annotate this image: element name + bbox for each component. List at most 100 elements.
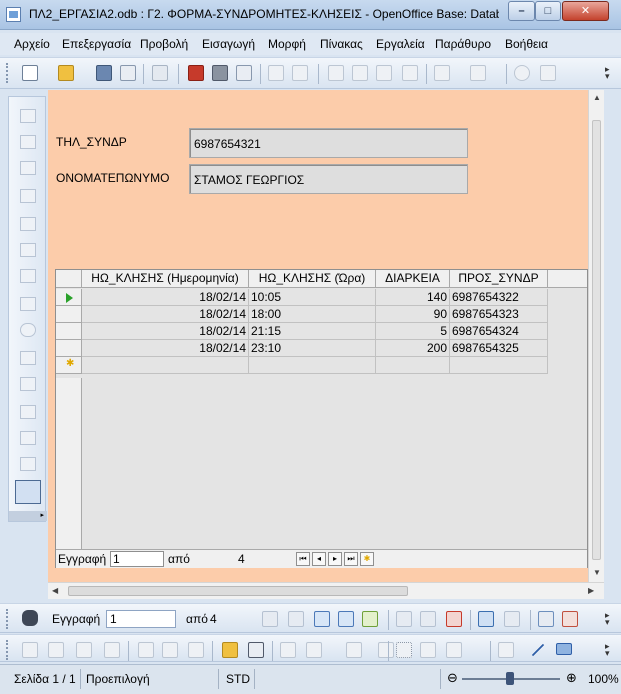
table-cell[interactable] [249, 357, 376, 374]
chevron-down-icon[interactable]: ▸ ▾ [605, 611, 615, 627]
copy-icon[interactable] [352, 65, 368, 81]
first-record-icon[interactable]: ⏮ [296, 552, 310, 566]
control-properties-icon[interactable] [76, 642, 92, 658]
selection-mode[interactable]: STD [226, 672, 250, 686]
zoom-level[interactable]: 100% [588, 672, 619, 686]
row-header[interactable] [56, 289, 82, 306]
scrollbar-thumb[interactable] [68, 586, 408, 596]
list-box-control-icon[interactable] [20, 351, 36, 365]
last-record-icon[interactable]: ⏭ [344, 552, 358, 566]
menu-file[interactable]: Αρχείο [14, 37, 50, 51]
refresh-control-icon[interactable] [504, 611, 520, 627]
table-cell[interactable]: 18/02/14 [82, 306, 249, 323]
menu-tools[interactable]: Εργαλεία [376, 37, 425, 51]
menu-edit[interactable]: Επεξεργασία [62, 37, 131, 51]
row-header[interactable] [56, 340, 82, 357]
table-cell[interactable]: 23:10 [249, 340, 376, 357]
checkbox-control-icon[interactable] [20, 217, 36, 231]
edit-file-icon[interactable] [152, 65, 168, 81]
helplines-icon[interactable] [420, 642, 436, 658]
menu-insert[interactable]: Εισαγωγή [202, 37, 255, 51]
new-record-icon[interactable]: ✱ [360, 552, 374, 566]
refresh-icon[interactable] [478, 611, 494, 627]
table-cell[interactable]: 10:05 [249, 289, 376, 306]
zoom-in-icon[interactable]: ⊕ [566, 670, 577, 686]
previous-record-icon[interactable]: ◂ [312, 552, 326, 566]
label-control-icon[interactable] [20, 243, 36, 257]
scroll-down-icon[interactable]: ▼ [593, 568, 601, 577]
display-grid-icon[interactable] [396, 642, 412, 658]
undo-record-icon[interactable] [420, 611, 436, 627]
table-cell[interactable]: 21:15 [249, 323, 376, 340]
menu-help[interactable]: Βοήθεια [505, 37, 548, 51]
page-style[interactable]: Προεπιλογή [86, 672, 150, 686]
image-control-icon[interactable] [20, 457, 36, 471]
menu-format[interactable]: Μορφή [268, 37, 306, 51]
wizards-toggle-icon[interactable] [15, 480, 41, 504]
scroll-right-icon[interactable]: ▶ [588, 586, 594, 595]
phone-field[interactable]: 6987654321 [189, 128, 468, 158]
select-pointer-icon[interactable] [20, 109, 36, 123]
table-icon[interactable] [540, 65, 556, 81]
table-cell[interactable]: 18:00 [249, 306, 376, 323]
last-record-icon[interactable] [338, 611, 354, 627]
first-record-icon[interactable] [262, 611, 278, 627]
next-record-icon[interactable]: ▸ [328, 552, 342, 566]
group-box-control-icon[interactable] [20, 431, 36, 445]
maximize-button[interactable]: □ [535, 1, 561, 21]
email-icon[interactable] [120, 65, 136, 81]
table-cell[interactable] [82, 357, 249, 374]
row-header[interactable] [56, 306, 82, 323]
menu-view[interactable]: Προβολή [140, 37, 188, 51]
redo-icon[interactable] [470, 65, 486, 81]
tab-order-icon[interactable] [138, 642, 154, 658]
format-paintbrush-icon[interactable] [402, 65, 418, 81]
new-document-icon[interactable] [22, 65, 38, 81]
form-properties-icon[interactable] [104, 642, 120, 658]
save-record-icon[interactable] [396, 611, 412, 627]
table-cell[interactable]: 200 [376, 340, 450, 357]
export-pdf-icon[interactable] [188, 65, 204, 81]
alignment-icon[interactable] [346, 642, 362, 658]
delete-record-icon[interactable] [446, 611, 462, 627]
table-cell[interactable]: 18/02/14 [82, 323, 249, 340]
table-cell[interactable]: 6987654323 [450, 306, 548, 323]
row-header[interactable]: ✱ [56, 357, 82, 374]
binoculars-find-icon[interactable] [22, 610, 38, 626]
push-button-control-icon[interactable] [20, 297, 36, 311]
table-cell[interactable]: 18/02/14 [82, 340, 249, 357]
previous-record-icon[interactable] [288, 611, 304, 627]
fullname-field[interactable]: ΣΤΑΜΟΣ ΓΕΩΡΓΙΟΣ [189, 164, 468, 194]
anchor-icon[interactable] [306, 642, 322, 658]
horizontal-scrollbar[interactable]: ◀ ▶ [48, 582, 604, 599]
paste-icon[interactable] [376, 65, 392, 81]
table-cell[interactable] [376, 357, 450, 374]
snap-to-grid-icon[interactable] [446, 642, 462, 658]
chevron-down-icon[interactable]: ▸ ▾ [605, 65, 615, 81]
design-mode-icon[interactable] [48, 642, 64, 658]
cut-icon[interactable] [328, 65, 344, 81]
form-navigator-icon[interactable] [248, 642, 264, 658]
bring-to-front-icon[interactable] [378, 642, 394, 658]
position-size-icon[interactable] [280, 642, 296, 658]
record-number-input[interactable]: 1 [106, 610, 176, 628]
toolbar-grip[interactable] [6, 609, 10, 629]
table-cell[interactable] [450, 357, 548, 374]
text-box-control-icon[interactable] [20, 269, 36, 283]
vertical-scrollbar[interactable]: ▲ ▼ [588, 90, 604, 582]
form-properties-icon[interactable] [20, 189, 36, 203]
add-field-icon[interactable] [162, 642, 178, 658]
expand-toolbar-icon[interactable]: ▸ [9, 511, 47, 521]
table-cell[interactable]: 5 [376, 323, 450, 340]
line-icon[interactable] [531, 643, 545, 657]
print-preview-icon[interactable] [236, 65, 252, 81]
column-header-date[interactable]: ΗΩ_ΚΛΗΣΗΣ (Ημερομηνία) [82, 270, 249, 288]
table-record-input[interactable]: 1 [110, 551, 164, 567]
open-in-design-icon[interactable] [222, 642, 238, 658]
table-cell[interactable]: 6987654322 [450, 289, 548, 306]
combo-box-control-icon[interactable] [20, 377, 36, 391]
row-header[interactable] [56, 323, 82, 340]
column-header-duration[interactable]: ΔΙΑΡΚΕΙΑ [376, 270, 450, 288]
table-cell[interactable]: 140 [376, 289, 450, 306]
save-icon[interactable] [96, 65, 112, 81]
